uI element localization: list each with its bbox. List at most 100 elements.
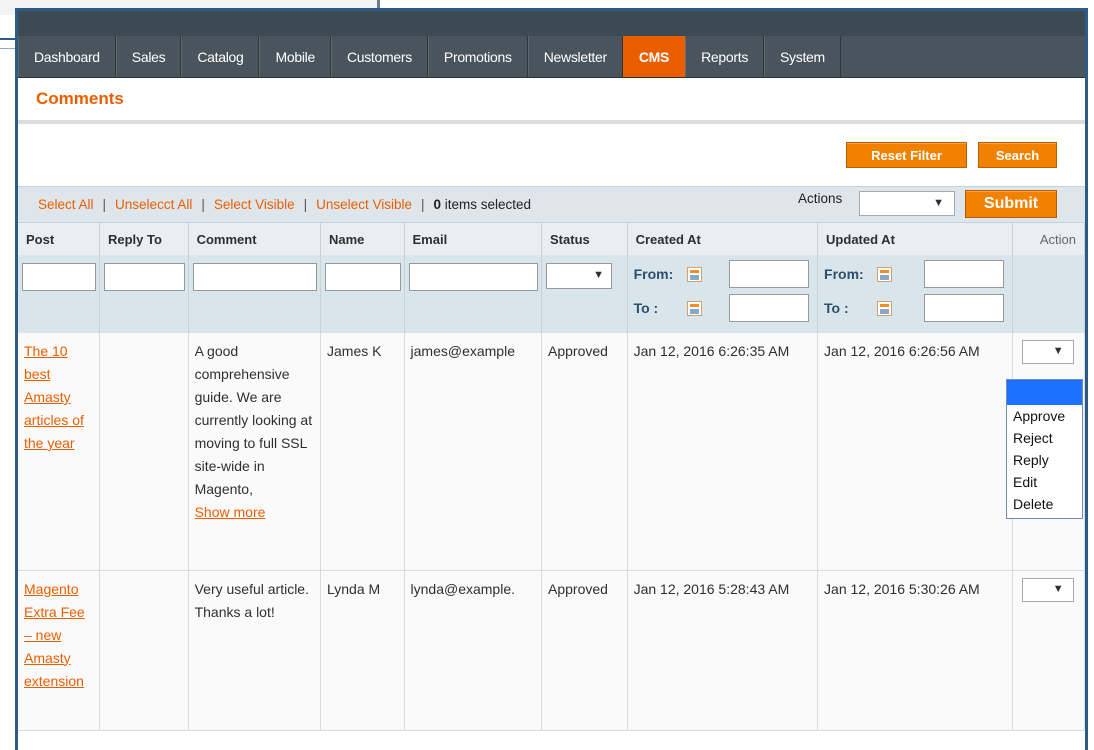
column-header-reply-to[interactable]: Reply To (99, 223, 189, 255)
select-all-link[interactable]: Select All (38, 197, 94, 212)
nav-item-sales[interactable]: Sales (115, 36, 182, 77)
separator: | (102, 197, 107, 212)
column-header-comment[interactable]: Comment (188, 223, 322, 255)
filter-created-from-input[interactable] (729, 260, 810, 288)
chevron-down-icon: ▼ (933, 197, 944, 209)
selected-count-label: items selected (444, 197, 532, 212)
reply-to-cell (99, 570, 189, 731)
chevron-down-icon: ▼ (593, 269, 605, 281)
to-label: To : (824, 300, 849, 316)
updated-at-cell: Jan 12, 2016 5:30:26 AM (817, 570, 1013, 731)
updated-from-row: From: (824, 257, 1004, 291)
unselect-all-link[interactable]: Unselecct All (115, 197, 192, 212)
calendar-icon[interactable] (877, 266, 893, 282)
reply-to-cell (99, 333, 189, 571)
admin-window: Dashboard Sales Catalog Mobile Customers… (15, 8, 1088, 750)
table-row: The 10 best Amasty articles of the year … (18, 333, 1085, 571)
nav-item-promotions[interactable]: Promotions (427, 36, 528, 77)
separator: | (420, 197, 425, 212)
table-row: Magento Extra Fee – new Amasty extension… (18, 570, 1085, 731)
massaction-bar: Select All | Unselecct All | Select Visi… (18, 186, 1085, 223)
created-to-row: To : (633, 291, 810, 325)
status-cell: Approved (541, 333, 628, 571)
select-visible-link[interactable]: Select Visible (214, 197, 295, 212)
nav-item-dashboard[interactable]: Dashboard (18, 36, 116, 77)
created-at-cell: Jan 12, 2016 5:28:43 AM (627, 570, 819, 731)
filter-post-input[interactable] (22, 263, 96, 291)
filter-name-input[interactable] (325, 263, 401, 291)
nav-item-newsletter[interactable]: Newsletter (527, 36, 623, 77)
created-at-cell: Jan 12, 2016 6:26:35 AM (627, 333, 819, 571)
page-title: Comments (36, 89, 124, 108)
status-cell: Approved (541, 570, 628, 731)
actions-label: Actions (798, 191, 843, 206)
filter-updated-from-input[interactable] (923, 260, 1004, 288)
nav-item-mobile[interactable]: Mobile (259, 36, 331, 77)
separator: | (201, 197, 205, 212)
filter-email-input[interactable] (408, 263, 539, 291)
name-cell: Lynda M (320, 570, 405, 731)
grid-header-row: Post Reply To Comment Name Email Status … (18, 223, 1085, 255)
chevron-down-icon: ▼ (1052, 345, 1064, 357)
name-cell: James K (320, 333, 405, 571)
column-header-post[interactable]: Post (18, 223, 100, 255)
reset-filter-button[interactable]: Reset Filter (846, 142, 967, 168)
filter-created-to-input[interactable] (729, 294, 810, 322)
calendar-icon[interactable] (877, 300, 893, 316)
nav-item-cms[interactable]: CMS (622, 36, 686, 77)
comment-text: A good comprehensive guide. We are curre… (194, 343, 313, 497)
search-button[interactable]: Search (978, 142, 1057, 168)
email-cell: lynda@example. (404, 570, 543, 731)
filter-status-select[interactable]: ▼ (546, 263, 613, 289)
show-more-link[interactable]: Show more (195, 501, 318, 524)
dropdown-option-approve[interactable]: Approve (1007, 405, 1082, 427)
comments-grid: Post Reply To Comment Name Email Status … (18, 223, 1085, 731)
from-label: From: (824, 266, 864, 282)
page-header: Comments (18, 78, 1085, 124)
column-header-action: Action (1012, 223, 1085, 255)
selected-count-number: 0 (433, 197, 442, 212)
column-header-name[interactable]: Name (320, 223, 405, 255)
to-label: To : (633, 300, 659, 316)
column-header-email[interactable]: Email (404, 223, 543, 255)
chevron-down-icon: ▼ (1052, 582, 1064, 595)
dropdown-option-reply[interactable]: Reply (1007, 449, 1082, 471)
calendar-icon[interactable] (686, 266, 702, 282)
email-cell: james@example (404, 333, 543, 571)
dropdown-option-delete[interactable]: Delete (1007, 493, 1082, 515)
nav-item-reports[interactable]: Reports (685, 36, 765, 77)
unselect-visible-link[interactable]: Unselect Visible (316, 197, 412, 212)
row-action-select[interactable]: ▼ (1021, 340, 1074, 364)
column-header-status[interactable]: Status (541, 223, 628, 255)
updated-at-cell: Jan 12, 2016 6:26:56 AM (817, 333, 1013, 571)
nav-item-system[interactable]: System (764, 36, 841, 77)
post-link[interactable]: Magento Extra Fee – new Amasty extension (24, 581, 85, 689)
filter-action-cell (1012, 255, 1085, 333)
column-header-created-at[interactable]: Created At (627, 223, 819, 255)
from-label: From: (633, 266, 674, 282)
grid-buttons: Reset Filter Search (18, 124, 1085, 186)
separator: | (303, 197, 308, 212)
filter-reply-to-input[interactable] (103, 263, 185, 291)
submit-button[interactable]: Submit (965, 190, 1057, 218)
actions-select[interactable]: ▼ (859, 191, 955, 216)
filter-comment-input[interactable] (192, 263, 317, 291)
header-strip (18, 11, 1085, 36)
filter-updated-to-input[interactable] (923, 294, 1004, 322)
dropdown-option-empty[interactable] (1007, 380, 1082, 405)
comment-text: Very useful article. Thanks a lot! (194, 580, 309, 620)
action-dropdown-list: Approve Reject Reply Edit Delete (1006, 379, 1083, 519)
calendar-icon[interactable] (686, 300, 702, 316)
column-header-updated-at[interactable]: Updated At (817, 223, 1013, 255)
updated-to-row: To : (824, 291, 1004, 325)
dropdown-option-edit[interactable]: Edit (1007, 471, 1082, 493)
nav-item-catalog[interactable]: Catalog (181, 36, 260, 77)
nav-item-customers[interactable]: Customers (330, 36, 428, 77)
grid-filter-row: ▼ From: To : From: To: (18, 255, 1085, 333)
created-from-row: From: (633, 257, 810, 291)
selected-count: 0 items selected (434, 197, 532, 212)
row-action-select[interactable]: ▼ (1021, 577, 1074, 602)
dropdown-option-reject[interactable]: Reject (1007, 427, 1082, 449)
post-link[interactable]: The 10 best Amasty articles of the year (24, 343, 84, 451)
main-nav: Dashboard Sales Catalog Mobile Customers… (18, 36, 1085, 78)
